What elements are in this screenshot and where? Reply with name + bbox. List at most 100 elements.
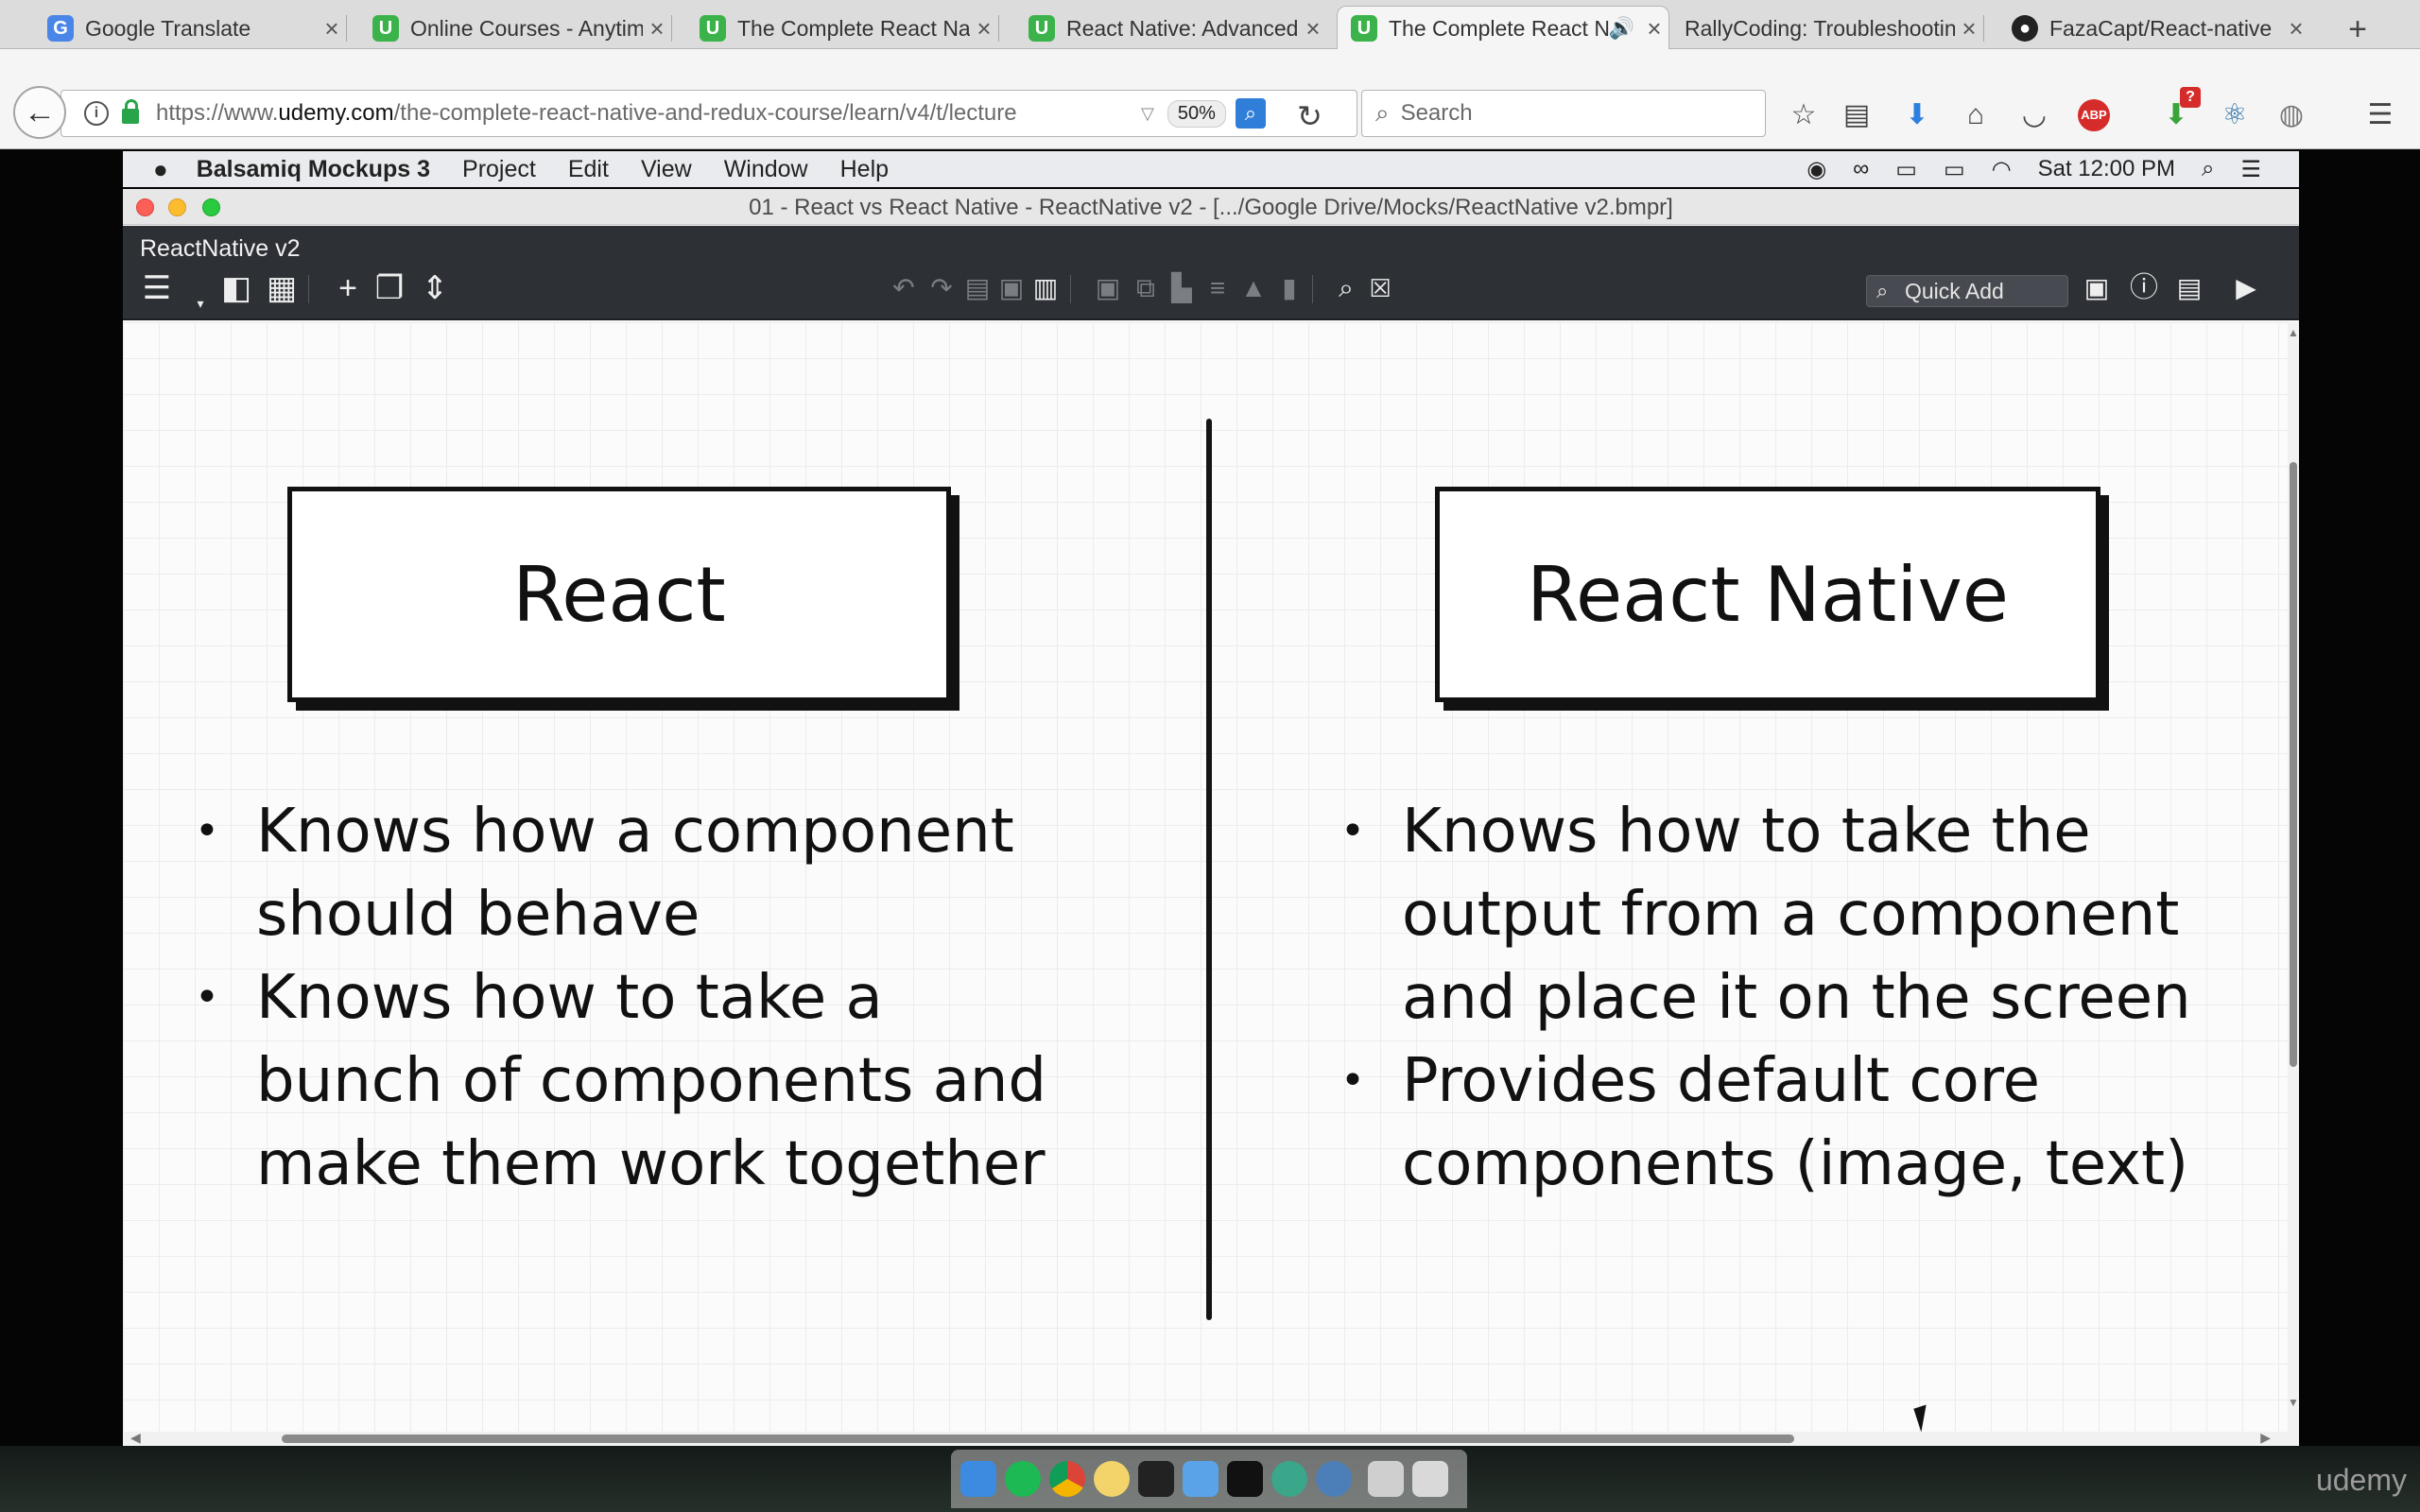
battery-icon[interactable]: ▭ (1944, 156, 1965, 183)
menu-list-icon[interactable]: ☰ (138, 269, 176, 307)
ungroup-icon[interactable]: ⧉ (1127, 269, 1165, 307)
paste-icon[interactable]: ▥ (1027, 269, 1064, 307)
new-tab-button[interactable]: + (2339, 11, 2377, 48)
tab-complete-react-native-active[interactable]: U The Complete React Native and Redux 🔊 … (1337, 6, 1669, 50)
iterm-icon[interactable] (1227, 1461, 1263, 1497)
terminal-icon[interactable] (1138, 1461, 1174, 1497)
list-item: • Provides default core components (imag… (1340, 1040, 2286, 1206)
bookmark-star-icon[interactable]: ☆ (1785, 96, 1823, 134)
search-icon[interactable]: ⌕ (1327, 269, 1365, 307)
scroll-down-icon[interactable]: ▼ (2288, 1396, 2299, 1409)
spotlight-icon[interactable]: ⌕ (2202, 156, 2214, 182)
adblock-icon[interactable]: ABP (2078, 99, 2110, 131)
vertical-divider-line[interactable] (1206, 419, 1212, 1320)
atom-icon[interactable] (1271, 1461, 1307, 1497)
single-panel-icon[interactable]: ◧ (217, 269, 255, 307)
search-input[interactable]: ⌕ Search (1361, 90, 1766, 137)
grid-view-icon[interactable]: ▦ (263, 269, 301, 307)
add-icon[interactable]: + (329, 269, 367, 307)
zoom-level[interactable]: 50% (1167, 99, 1226, 128)
react-heading-box[interactable]: React (287, 487, 951, 702)
download-icon[interactable]: ⬇ (1898, 96, 1936, 134)
trash-icon[interactable] (1412, 1461, 1448, 1497)
react-devtools-icon[interactable]: ⚛ (2216, 96, 2254, 134)
cut-icon[interactable]: ▤ (959, 269, 996, 307)
reload-icon[interactable]: ↻ (1297, 98, 1322, 134)
home-icon[interactable]: ⌂ (1957, 96, 1995, 134)
wifi-icon[interactable]: ◠ (1992, 156, 2012, 183)
close-icon[interactable]: × (1640, 14, 1668, 43)
tab-online-courses[interactable]: U Online Courses - Anytime, Anywhere × (359, 8, 672, 49)
hamburger-menu-icon[interactable]: ☰ (2361, 96, 2399, 134)
group-icon[interactable]: ▣ (1089, 269, 1127, 307)
tab-rallycoding[interactable]: RallyCoding: Troubleshooting × (1671, 8, 1984, 49)
finder-icon[interactable] (960, 1461, 996, 1497)
menu-window[interactable]: Window (724, 156, 808, 183)
emoji-app-icon[interactable] (1094, 1461, 1130, 1497)
record-icon[interactable]: ◉ (1806, 156, 1826, 183)
zoom-magnifier-icon[interactable]: ⌕ (1235, 98, 1266, 129)
clock[interactable]: Sat 12:00 PM (2038, 156, 2175, 182)
notes-icon[interactable]: ▤ (2170, 269, 2208, 307)
close-icon[interactable]: × (643, 14, 671, 43)
chevron-down-icon[interactable]: ▽ (1141, 104, 1154, 124)
pocket-icon[interactable]: ◡ (2015, 96, 2053, 134)
extension-globe-icon[interactable]: ◍ (2273, 96, 2310, 134)
react-native-heading-box[interactable]: React Native (1435, 487, 2100, 702)
delete-icon[interactable]: ▮ (1270, 269, 1308, 307)
spotify-icon[interactable] (1005, 1461, 1041, 1497)
undo-icon[interactable]: ↶ (885, 269, 923, 307)
back-button[interactable]: ← (13, 86, 66, 139)
info-icon[interactable]: ⓘ (2125, 269, 2163, 307)
scrollbar-thumb[interactable] (282, 1435, 1794, 1443)
chrome-icon[interactable] (1049, 1461, 1085, 1497)
menu-project[interactable]: Project (462, 156, 536, 183)
app-menu-name[interactable]: Balsamiq Mockups 3 (197, 156, 430, 183)
close-icon[interactable]: × (1955, 14, 1983, 43)
scrollbar-thumb[interactable] (2290, 462, 2297, 1067)
documents-folder-icon[interactable] (1368, 1461, 1404, 1497)
tab-react-native-advanced[interactable]: U React Native: Advanced Concepts × (1015, 8, 1327, 49)
copy-icon[interactable]: ▣ (993, 269, 1030, 307)
close-icon[interactable]: × (318, 14, 346, 43)
menu-view[interactable]: View (641, 156, 692, 183)
redo-icon[interactable]: ↷ (923, 269, 960, 307)
airplay-icon[interactable]: ▭ (1895, 156, 1917, 183)
inspector-icon[interactable]: ▣ (2078, 269, 2116, 307)
preview-icon[interactable] (1316, 1461, 1352, 1497)
horizontal-scrollbar[interactable]: ◀ ▶ (123, 1430, 2299, 1446)
align-icon[interactable]: ≡ (1199, 269, 1236, 307)
glasses-icon[interactable]: ∞ (1853, 156, 1869, 182)
clear-icon[interactable]: ☒ (1361, 269, 1399, 307)
scroll-left-icon[interactable]: ◀ (130, 1430, 141, 1446)
info-icon[interactable]: i (84, 101, 109, 126)
close-icon[interactable]: × (2282, 14, 2310, 43)
close-icon[interactable]: × (1299, 14, 1327, 43)
duplicate-icon[interactable]: ❐ (371, 269, 408, 307)
xcode-icon[interactable] (1183, 1461, 1219, 1497)
address-bar[interactable]: i https://www.udemy.com/the-complete-rea… (60, 90, 1357, 137)
arrange-icon[interactable]: ▙ (1163, 269, 1201, 307)
quick-add-input[interactable]: ⌕ Quick Add (1866, 275, 2068, 307)
tab-google-translate[interactable]: G Google Translate × (34, 8, 347, 49)
menu-help[interactable]: Help (840, 156, 889, 183)
speaker-icon[interactable]: 🔊 (1609, 16, 1634, 41)
menu-edit[interactable]: Edit (568, 156, 609, 183)
reading-list-icon[interactable]: ▤ (1838, 96, 1876, 134)
scroll-up-icon[interactable]: ▲ (2288, 326, 2299, 339)
close-icon[interactable]: × (970, 14, 998, 43)
scroll-right-icon[interactable]: ▶ (2260, 1430, 2271, 1446)
mockup-canvas[interactable]: React React Native • Knows how a compone… (123, 322, 2288, 1432)
react-bullet-list[interactable]: • Knows how a component should behave • … (195, 790, 1197, 1206)
apple-icon[interactable]: ● (153, 155, 168, 184)
sort-arrows-icon[interactable]: ⇕ (416, 269, 454, 307)
notification-center-icon[interactable]: ☰ (2240, 156, 2261, 183)
vertical-scrollbar[interactable]: ▲ ▼ (2288, 322, 2299, 1432)
url-text[interactable]: https://www.udemy.com/the-complete-react… (156, 100, 1130, 127)
react-native-bullet-list[interactable]: • Knows how to take the output from a co… (1340, 790, 2286, 1206)
chevron-down-icon[interactable]: ▾ (182, 284, 219, 322)
presentation-icon[interactable]: ▶ (2227, 269, 2265, 307)
tab-complete-react-native[interactable]: U The Complete React Native and Redux × (686, 8, 999, 49)
lock-icon[interactable]: ▲ (1235, 269, 1272, 307)
tab-github-fazacapt[interactable]: ● FazaCapt/React-native × (1998, 8, 2310, 49)
